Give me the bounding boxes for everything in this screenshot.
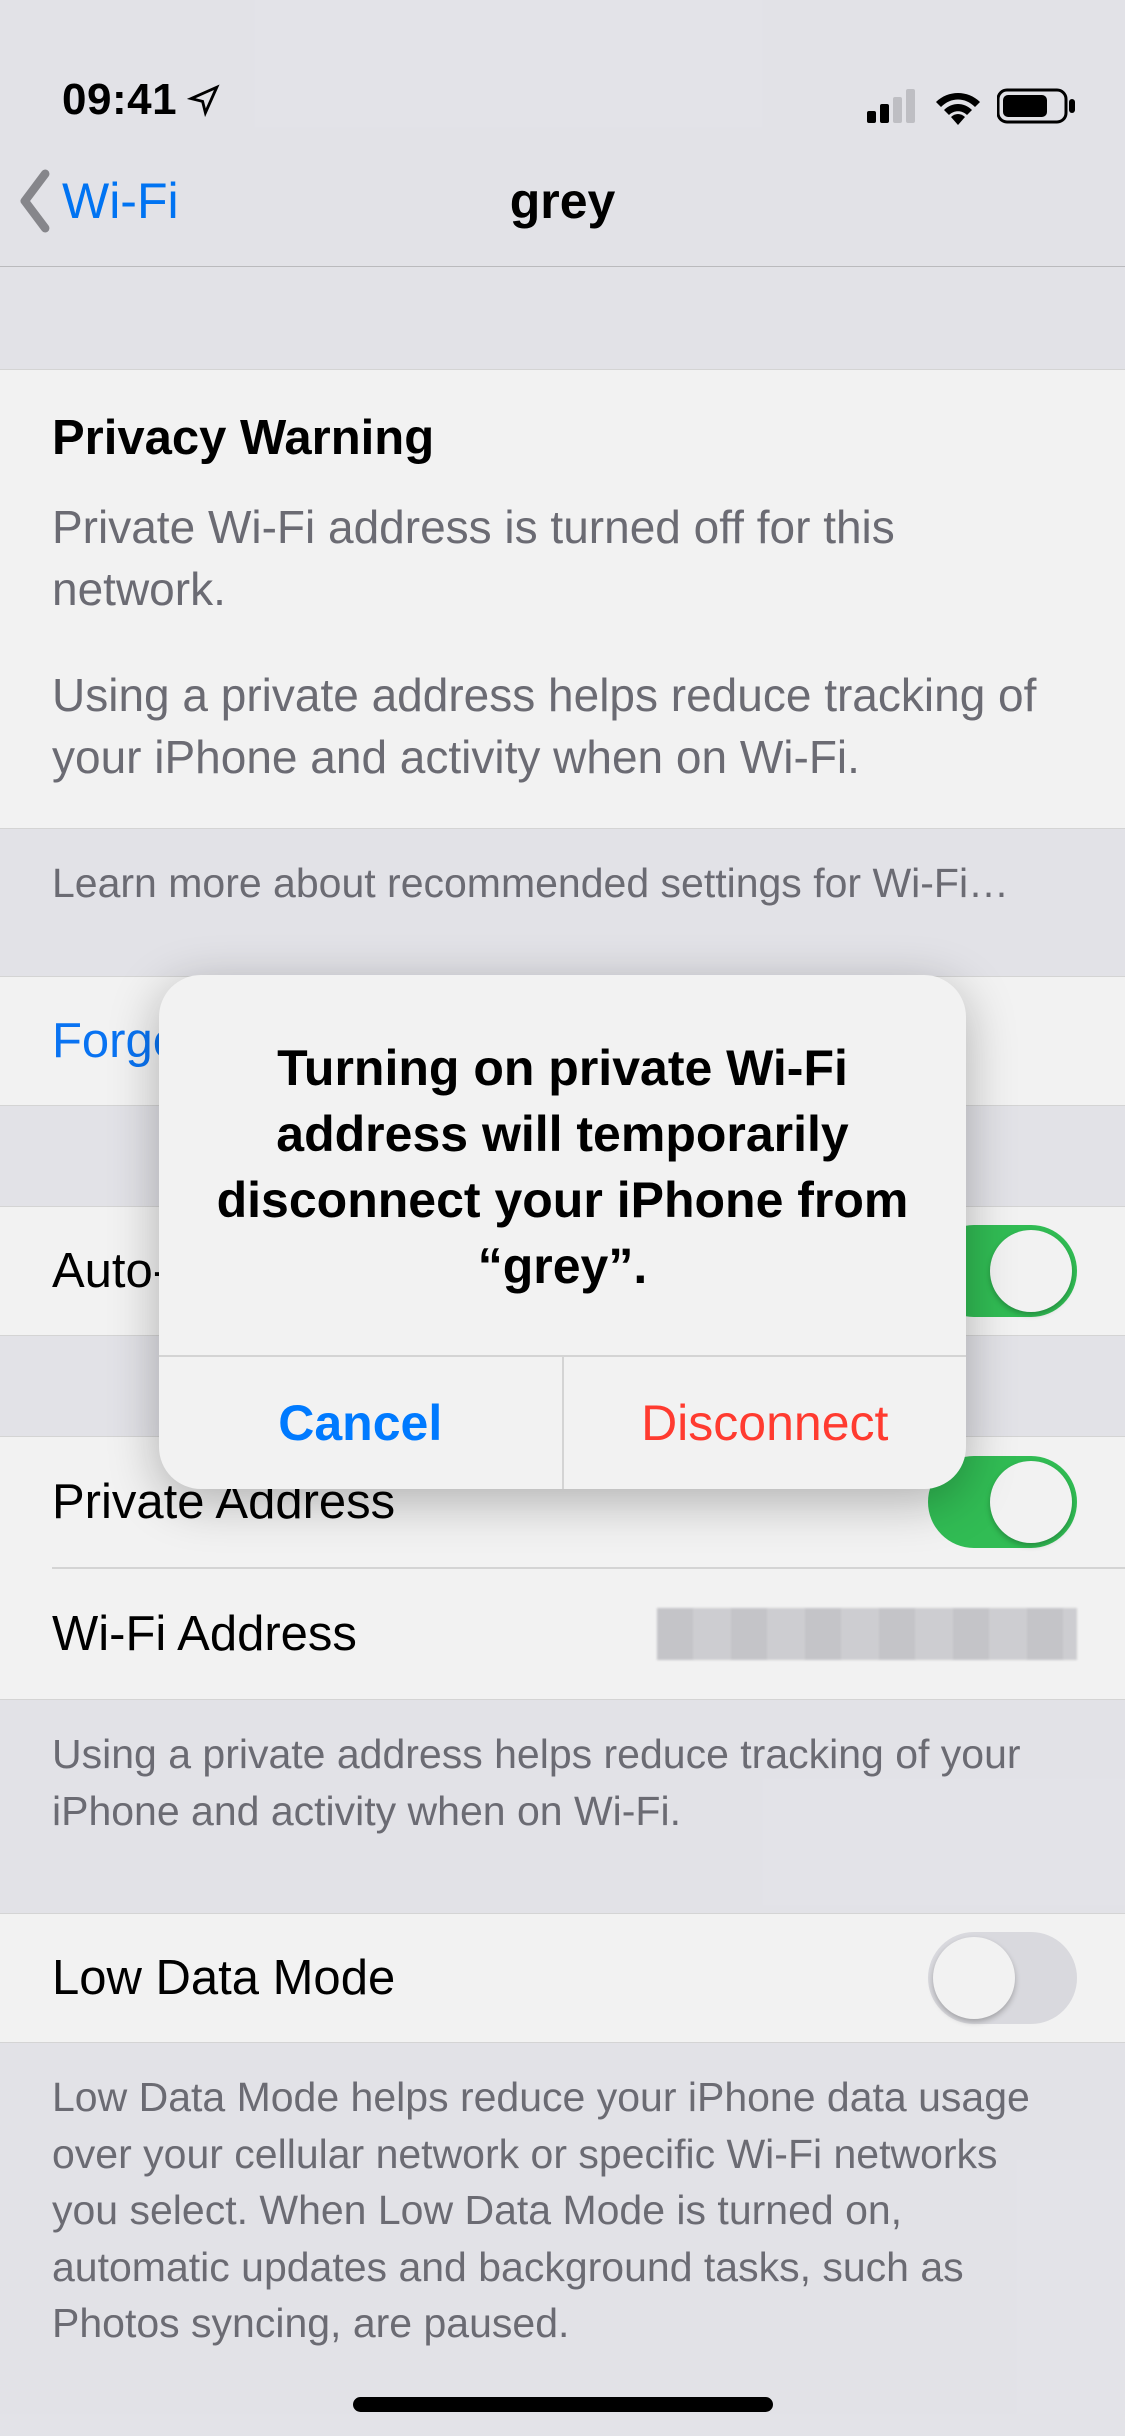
alert-message: Turning on private Wi-Fi address will te… [159, 975, 966, 1355]
alert-cancel-button[interactable]: Cancel [159, 1357, 564, 1489]
home-indicator[interactable] [353, 2397, 773, 2412]
alert-dialog: Turning on private Wi-Fi address will te… [159, 975, 966, 1489]
alert-disconnect-button[interactable]: Disconnect [564, 1357, 967, 1489]
